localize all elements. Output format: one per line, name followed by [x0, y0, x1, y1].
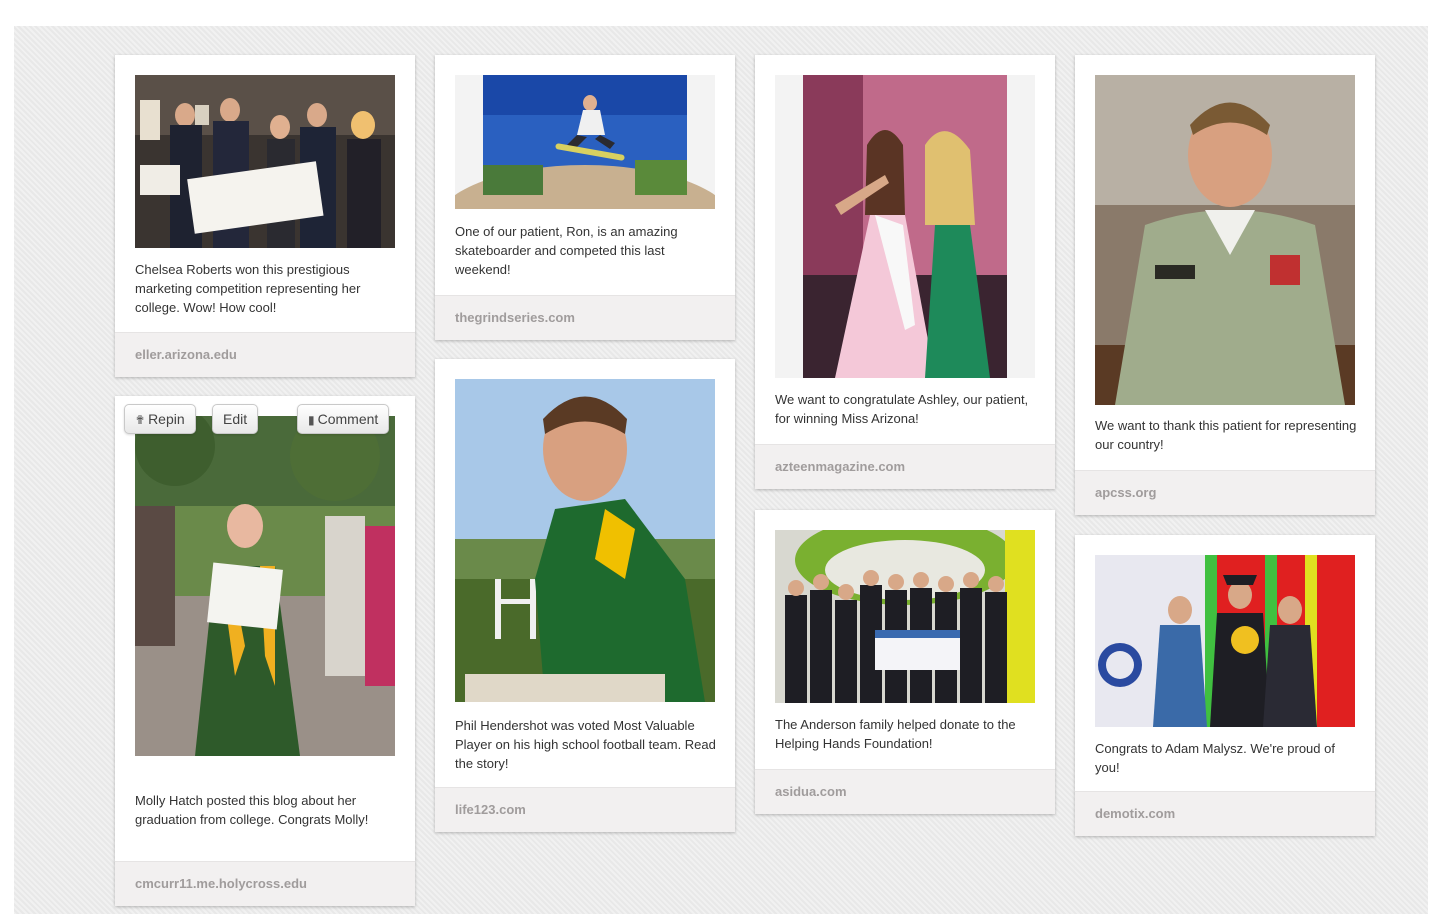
- pin-card[interactable]: The Anderson family helped donate to the…: [755, 510, 1055, 814]
- pin-caption: We want to thank this patient for repres…: [1095, 418, 1357, 452]
- pin-source-link[interactable]: cmcurr11.me.holycross.edu: [135, 876, 307, 891]
- pin-source-bar[interactable]: apcss.org: [1075, 470, 1375, 515]
- pin-source-link[interactable]: azteenmagazine.com: [775, 459, 905, 474]
- pin-image-soldier[interactable]: [1095, 75, 1355, 405]
- pin-image-award-ceremony[interactable]: [135, 75, 395, 248]
- pin-caption: One of our patient, Ron, is an amazing s…: [455, 224, 678, 277]
- pin-caption: Molly Hatch posted this blog about her g…: [135, 793, 369, 827]
- repin-label: Repin: [148, 411, 185, 427]
- comment-button[interactable]: ▮ Comment: [297, 404, 390, 434]
- pin-caption: Phil Hendershot was voted Most Valuable …: [455, 718, 716, 771]
- speech-bubble-icon: ▮: [308, 413, 315, 427]
- pin-image-skateboarder[interactable]: [455, 75, 715, 209]
- pin-source-bar[interactable]: cmcurr11.me.holycross.edu: [115, 861, 415, 906]
- pin-caption: We want to congratulate Ashley, our pati…: [775, 392, 1029, 426]
- pin-image-ski-jumpers[interactable]: [1095, 555, 1355, 727]
- pin-caption: The Anderson family helped donate to the…: [775, 717, 1016, 751]
- pin-board: Chelsea Roberts won this prestigious mar…: [14, 26, 1428, 914]
- repin-button[interactable]: ✟ Repin: [124, 404, 196, 434]
- pin-source-bar[interactable]: azteenmagazine.com: [755, 444, 1055, 489]
- edit-label: Edit: [223, 411, 248, 427]
- pin-card[interactable]: Chelsea Roberts won this prestigious mar…: [115, 55, 415, 377]
- pin-caption: Congrats to Adam Malysz. We're proud of …: [1095, 741, 1335, 775]
- pin-source-link[interactable]: asidua.com: [775, 784, 847, 799]
- pin-image-pageant-crowning[interactable]: [775, 75, 1035, 378]
- pin-source-link[interactable]: thegrindseries.com: [455, 310, 575, 325]
- pin-card[interactable]: We want to thank this patient for repres…: [1075, 55, 1375, 515]
- pin-caption: Chelsea Roberts won this prestigious mar…: [135, 262, 361, 315]
- pin-image-football-player[interactable]: [455, 379, 715, 702]
- pin-source-bar[interactable]: life123.com: [435, 787, 735, 832]
- pin-source-link[interactable]: apcss.org: [1095, 485, 1156, 500]
- pin-card[interactable]: One of our patient, Ron, is an amazing s…: [435, 55, 735, 340]
- pin-image-graduate[interactable]: [135, 416, 395, 756]
- pin-source-link[interactable]: eller.arizona.edu: [135, 347, 237, 362]
- pin-source-link[interactable]: demotix.com: [1095, 806, 1175, 821]
- pin-card[interactable]: ✟ Repin Edit ▮ Comment Molly Hatch posted …: [115, 396, 415, 906]
- comment-label: Comment: [317, 411, 379, 427]
- pushpin-icon: ✟: [135, 413, 146, 427]
- pin-source-bar[interactable]: eller.arizona.edu: [115, 332, 415, 377]
- pin-card[interactable]: Congrats to Adam Malysz. We're proud of …: [1075, 535, 1375, 836]
- pin-source-bar[interactable]: thegrindseries.com: [435, 295, 735, 340]
- pin-card[interactable]: We want to congratulate Ashley, our pati…: [755, 55, 1055, 489]
- edit-button[interactable]: Edit: [212, 404, 259, 434]
- pin-source-link[interactable]: life123.com: [455, 802, 526, 817]
- pin-image-family-donation[interactable]: [775, 530, 1035, 703]
- pin-source-bar[interactable]: asidua.com: [755, 769, 1055, 814]
- pin-source-bar[interactable]: demotix.com: [1075, 791, 1375, 836]
- pin-card[interactable]: Phil Hendershot was voted Most Valuable …: [435, 359, 735, 832]
